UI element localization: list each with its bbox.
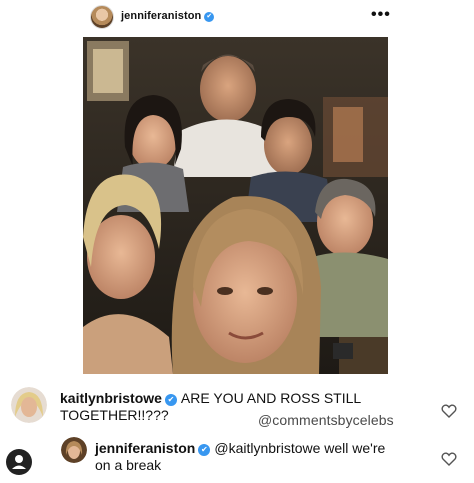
user-icon [6, 449, 32, 475]
poster-avatar[interactable] [90, 5, 114, 29]
verified-badge-icon: ✔ [198, 444, 211, 456]
poster-username[interactable]: jenniferaniston ✔ [121, 10, 215, 22]
comment-text-continued: TOGETHER!!??? [60, 407, 169, 423]
reply-text: well we're [324, 440, 386, 456]
avatar-icon [11, 387, 47, 423]
post-photo[interactable] [83, 37, 388, 374]
more-options-button[interactable]: ••• [371, 6, 391, 24]
heart-icon[interactable] [441, 451, 457, 467]
mention-link[interactable]: @kaitlynbristowe [214, 440, 320, 456]
comment-2: jenniferaniston ✔ @kaitlynbristowe well we… [95, 440, 425, 474]
verified-badge-icon: ✔ [204, 12, 215, 22]
watermark-text: @commentsbycelebs [258, 412, 394, 428]
avatar-icon [61, 437, 87, 463]
reply-avatar[interactable] [61, 437, 87, 463]
reply-username[interactable]: jenniferaniston [95, 440, 195, 456]
heart-icon[interactable] [441, 403, 457, 419]
verified-badge-icon: ✔ [164, 394, 177, 406]
photo-illustration [83, 37, 388, 374]
comment-username[interactable]: kaitlynbristowe [60, 390, 162, 406]
commenter-avatar[interactable] [11, 387, 47, 423]
reply-text-continued: on a break [95, 457, 162, 473]
comment-text: ARE YOU AND ROSS STILL [180, 390, 362, 406]
post-header: jenniferaniston ✔ ••• [0, 0, 474, 34]
